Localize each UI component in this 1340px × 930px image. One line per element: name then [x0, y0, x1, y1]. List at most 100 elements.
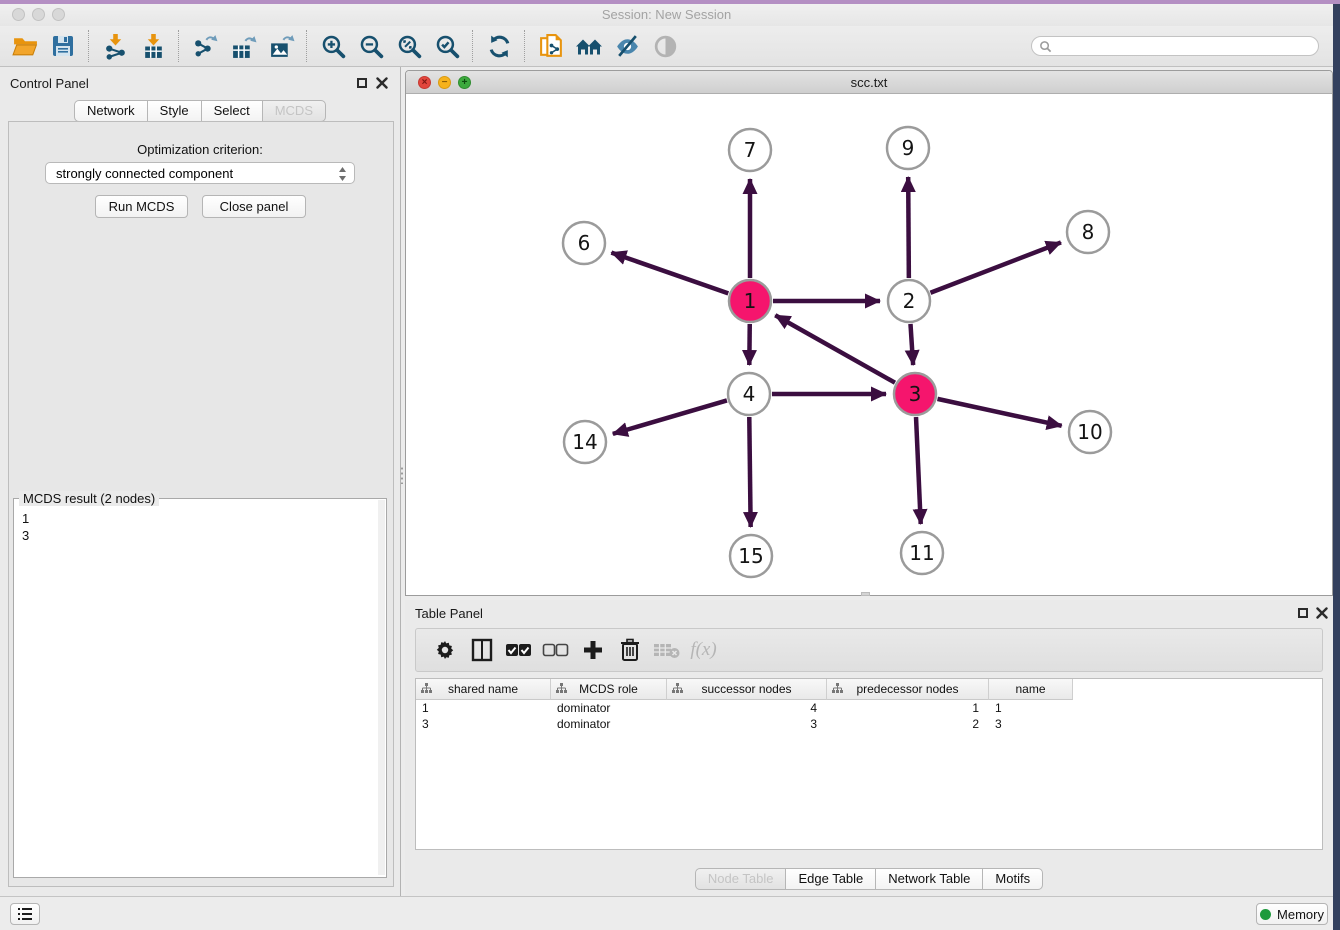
tab-mcds[interactable]: MCDS	[262, 100, 326, 122]
node-label-7: 7	[744, 138, 757, 162]
table-cell[interactable]: 1	[989, 700, 1073, 716]
table-toolbar: f(x)	[415, 628, 1323, 672]
run-mcds-button[interactable]: Run MCDS	[95, 195, 188, 218]
save-session-icon[interactable]	[44, 29, 82, 63]
table-cell[interactable]: dominator	[551, 716, 667, 732]
table-body: 1dominator4113dominator323	[416, 700, 1322, 732]
tab-edge-table[interactable]: Edge Table	[785, 868, 876, 890]
memory-status-dot	[1260, 909, 1271, 920]
main-toolbar	[0, 26, 1333, 67]
edge-2-3[interactable]	[910, 324, 913, 365]
table-cell[interactable]: 3	[416, 716, 551, 732]
application-window: Session: New Session	[0, 4, 1333, 926]
column-type-icon	[421, 683, 432, 697]
network-window-title: scc.txt	[406, 75, 1332, 90]
network-canvas[interactable]: 7968124314101511	[406, 94, 1332, 595]
edge-4-15[interactable]	[749, 417, 750, 527]
column-header-predecessor-nodes[interactable]: predecessor nodes	[827, 679, 989, 700]
apply-layout-icon[interactable]	[480, 29, 518, 63]
node-label-11: 11	[909, 541, 934, 565]
select-all-columns-icon[interactable]	[500, 633, 537, 667]
table-panel: Table Panel	[405, 600, 1333, 896]
zoom-fit-icon[interactable]	[390, 29, 428, 63]
mcds-result-values[interactable]: 1 3	[22, 510, 29, 544]
edge-2-9[interactable]	[908, 177, 909, 278]
export-table-icon[interactable]	[224, 29, 262, 63]
column-header-name[interactable]: name	[989, 679, 1073, 700]
edge-3-1[interactable]	[775, 315, 895, 382]
search-icon	[1039, 40, 1052, 53]
table-close-icon[interactable]	[1316, 607, 1328, 619]
deselect-all-columns-icon[interactable]	[537, 633, 574, 667]
edge-2-8[interactable]	[930, 242, 1060, 292]
export-network-icon[interactable]	[186, 29, 224, 63]
tab-select[interactable]: Select	[201, 100, 263, 122]
table-row[interactable]: 1dominator411	[416, 700, 1322, 716]
split-table-icon[interactable]	[463, 633, 500, 667]
table-cell[interactable]: 1	[827, 700, 989, 716]
close-panel-icon[interactable]	[376, 77, 388, 89]
zoom-out-icon[interactable]	[352, 29, 390, 63]
node-label-4: 4	[743, 382, 756, 406]
memory-button[interactable]: Memory	[1256, 903, 1328, 925]
zoom-selected-icon[interactable]	[428, 29, 466, 63]
node-label-2: 2	[903, 289, 916, 313]
zoom-in-icon[interactable]	[314, 29, 352, 63]
column-type-icon	[672, 683, 683, 697]
table-cell[interactable]: 1	[416, 700, 551, 716]
search-box[interactable]	[1031, 36, 1319, 56]
main-titlebar: Session: New Session	[0, 4, 1333, 27]
export-image-icon[interactable]	[262, 29, 300, 63]
first-neighbors-icon[interactable]	[570, 29, 608, 63]
toolbar-separator	[524, 30, 526, 62]
result-scrollbar[interactable]	[378, 500, 385, 875]
window-resize-grip[interactable]	[861, 592, 870, 596]
close-panel-button[interactable]: Close panel	[202, 195, 306, 218]
delete-column-icon[interactable]	[611, 633, 648, 667]
tab-style[interactable]: Style	[147, 100, 202, 122]
node-label-14: 14	[572, 430, 597, 454]
control-panel: Control Panel NetworkStyleSelectMCDS Opt…	[0, 67, 401, 896]
table-float-icon[interactable]	[1298, 608, 1308, 618]
table-cell[interactable]: 4	[667, 700, 827, 716]
column-header-successor-nodes[interactable]: successor nodes	[667, 679, 827, 700]
edge-4-14[interactable]	[613, 400, 727, 433]
table-cell[interactable]: dominator	[551, 700, 667, 716]
edge-3-11[interactable]	[916, 417, 921, 524]
node-label-8: 8	[1082, 220, 1095, 244]
table-cell[interactable]: 2	[827, 716, 989, 732]
node-label-15: 15	[738, 544, 763, 568]
delete-table-icon	[648, 633, 685, 667]
column-header-shared-name[interactable]: shared name	[416, 679, 551, 700]
column-type-icon	[832, 683, 843, 697]
column-settings-icon[interactable]	[426, 633, 463, 667]
tab-motifs[interactable]: Motifs	[982, 868, 1043, 890]
list-icon	[17, 907, 33, 921]
optimization-criterion-label: Optimization criterion:	[0, 142, 400, 157]
tab-node-table[interactable]: Node Table	[695, 868, 787, 890]
open-session-icon[interactable]	[6, 29, 44, 63]
table-cell[interactable]: 3	[667, 716, 827, 732]
tab-network[interactable]: Network	[74, 100, 148, 122]
clone-network-icon[interactable]	[532, 29, 570, 63]
hide-details-icon[interactable]	[608, 29, 646, 63]
table-row[interactable]: 3dominator323	[416, 716, 1322, 732]
search-input[interactable]	[1056, 38, 1310, 54]
task-history-button[interactable]	[10, 903, 40, 925]
network-window-titlebar[interactable]: × − + scc.txt	[406, 71, 1332, 94]
edge-1-6[interactable]	[611, 253, 728, 294]
node-table[interactable]: shared nameMCDS rolesuccessor nodesprede…	[415, 678, 1323, 850]
table-cell[interactable]: 3	[989, 716, 1073, 732]
add-column-icon[interactable]	[574, 633, 611, 667]
optimization-criterion-dropdown[interactable]: strongly connected component	[45, 162, 355, 184]
tab-network-table[interactable]: Network Table	[875, 868, 983, 890]
column-type-icon	[556, 683, 567, 697]
graph-svg: 7968124314101511	[406, 94, 1332, 595]
apply-function-icon: f(x)	[685, 633, 722, 667]
import-network-icon[interactable]	[96, 29, 134, 63]
edge-3-10[interactable]	[937, 399, 1061, 426]
column-header-MCDS-role[interactable]: MCDS role	[551, 679, 667, 700]
panel-splitter-handle[interactable]	[400, 466, 404, 484]
float-panel-icon[interactable]	[357, 78, 367, 88]
import-table-icon[interactable]	[134, 29, 172, 63]
